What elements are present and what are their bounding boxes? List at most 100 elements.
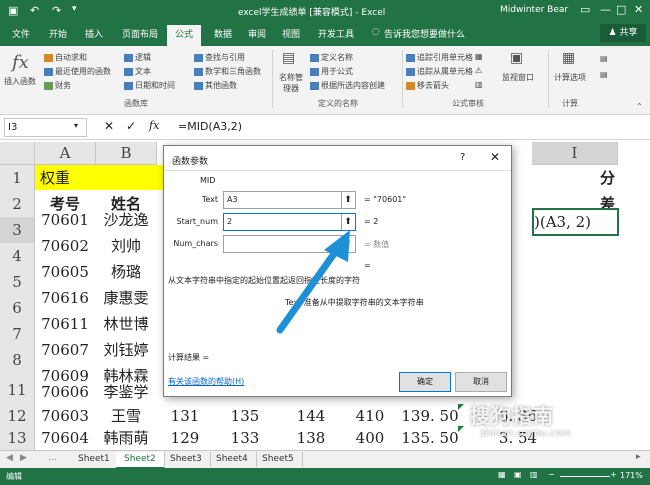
sheet-tab-1[interactable]: Sheet1 (70, 452, 119, 467)
insert-function-button[interactable]: 插入函数 (4, 76, 36, 87)
collapse-ribbon-icon[interactable]: ⌃ (636, 102, 643, 111)
zoom-out-icon[interactable]: − (548, 470, 555, 479)
collapse-dialog-icon[interactable]: ⬆ (341, 192, 354, 208)
row-header[interactable]: 13 (0, 425, 35, 451)
show-formulas-icon[interactable]: ▦ (475, 52, 483, 61)
cancel-icon[interactable]: ✕ (104, 119, 114, 133)
row-header[interactable]: 4 (0, 243, 35, 270)
more-functions-button[interactable]: 其他函数 (194, 80, 237, 91)
cell-d[interactable]: 133 (220, 425, 270, 451)
namebox-dropdown-icon[interactable]: ▾ (74, 121, 78, 130)
column-header-b[interactable]: B (96, 142, 157, 165)
tell-me-search[interactable]: 告诉我您想要做什么 (384, 27, 465, 40)
cell-id[interactable]: 70601 (36, 207, 94, 233)
cell-id[interactable]: 70611 (36, 311, 94, 337)
tab-formulas[interactable]: 公式 (167, 25, 202, 46)
customize-qat-icon[interactable]: ▾ (72, 4, 77, 14)
recent-functions-button[interactable]: 最近使用的函数 (44, 66, 111, 77)
lookup-button[interactable]: 查找与引用 (194, 52, 245, 63)
datetime-button[interactable]: 日期和时间 (124, 80, 175, 91)
scroll-right-arrow-icon[interactable]: ▸ (636, 452, 641, 462)
tab-developer[interactable]: 开发工具 (318, 27, 354, 40)
minimize-icon[interactable]: — (600, 3, 611, 16)
row-header[interactable]: 8 (0, 347, 35, 374)
tab-home[interactable]: 开始 (49, 27, 67, 40)
ok-button[interactable]: 确定 (399, 372, 451, 392)
cancel-button[interactable]: 取消 (455, 372, 507, 392)
user-name[interactable]: Midwinter Bear (500, 5, 568, 15)
row-header[interactable]: 1 (0, 165, 35, 192)
redo-icon[interactable]: ↷ (52, 4, 61, 17)
row-header[interactable]: 2 (0, 191, 35, 218)
cell-name[interactable]: 杨璐 (96, 259, 156, 285)
tab-page-layout[interactable]: 页面布局 (122, 27, 158, 40)
zoom-slider[interactable] (560, 476, 610, 477)
create-from-selection-button[interactable]: 根据所选内容创建 (310, 80, 385, 91)
cell-a1[interactable]: 权重 (40, 165, 70, 191)
column-header-a[interactable]: A (35, 142, 96, 165)
arg-input-text[interactable]: A3 (223, 191, 356, 209)
cell-name[interactable]: 康惠雯 (96, 285, 156, 311)
sheet-tab-3[interactable]: Sheet3 (162, 452, 211, 467)
tab-insert[interactable]: 插入 (85, 27, 103, 40)
cell-name[interactable]: 韩雨萌 (96, 425, 156, 451)
cell-id[interactable]: 70607 (36, 337, 94, 363)
insert-function-icon[interactable]: fx (149, 119, 159, 132)
enter-icon[interactable]: ✓ (126, 119, 136, 133)
logical-button[interactable]: 逻辑 (124, 52, 151, 63)
cell-id[interactable]: 70606 (36, 379, 94, 405)
maximize-icon[interactable]: □ (616, 3, 626, 16)
close-icon[interactable]: ✕ (634, 3, 643, 16)
calc-options-button[interactable]: 计算选项 (554, 72, 586, 83)
row-header[interactable]: 3 (0, 217, 35, 244)
share-button[interactable]: ♟ 共享 (600, 24, 646, 42)
cell-name[interactable]: 刘帅 (96, 233, 156, 259)
help-icon[interactable]: ? (460, 152, 465, 163)
sheet-tab-2[interactable]: Sheet2 (116, 452, 165, 469)
tab-view[interactable]: 视图 (282, 27, 300, 40)
cell-id[interactable]: 70602 (36, 233, 94, 259)
page-break-view-icon[interactable]: ▥ (530, 470, 538, 479)
scroll-right-icon[interactable]: ▶ (20, 453, 27, 463)
cell-e[interactable]: 138 (286, 425, 336, 451)
cell-name[interactable]: 林世博 (96, 311, 156, 337)
row-header[interactable]: 5 (0, 269, 35, 296)
scroll-left-icon[interactable]: ◀ (6, 453, 13, 463)
name-manager-button[interactable]: 名称管理器 (278, 72, 304, 94)
calc-now-icon[interactable]: ▤ (600, 54, 608, 63)
cell-name[interactable]: 刘钰婷 (96, 337, 156, 363)
watch-window-button[interactable]: 监视窗口 (502, 72, 534, 83)
trace-precedents-button[interactable]: 追踪引用单元格 (406, 52, 473, 63)
cell-i3-active[interactable]: )(A3, 2) (532, 208, 619, 236)
row-header[interactable]: 7 (0, 321, 35, 348)
define-name-button[interactable]: 定义名称 (310, 52, 353, 63)
cell-i1[interactable]: 分 (600, 165, 615, 191)
save-icon[interactable]: ▣ (8, 4, 18, 17)
trace-dependents-button[interactable]: 追踪从属单元格 (406, 66, 473, 77)
error-check-icon[interactable]: ⚠ (475, 66, 482, 75)
row-header[interactable]: 6 (0, 295, 35, 322)
cell-id[interactable]: 70604 (36, 425, 94, 451)
cell-f[interactable]: 400 (345, 425, 395, 451)
undo-icon[interactable]: ↶ (30, 4, 39, 17)
page-layout-view-icon[interactable]: ▣ (514, 470, 522, 479)
sheet-tab-5[interactable]: Sheet5 (254, 452, 303, 467)
remove-arrows-button[interactable]: 移去箭头 (406, 80, 449, 91)
sheet-tab-4[interactable]: Sheet4 (208, 452, 257, 467)
tab-review[interactable]: 审阅 (248, 27, 266, 40)
cell-id[interactable]: 70616 (36, 285, 94, 311)
tab-data[interactable]: 数据 (214, 27, 232, 40)
dialog-close-icon[interactable]: ✕ (490, 150, 500, 164)
cell-name[interactable]: 李鉴学 (96, 379, 156, 405)
cell-c[interactable]: 129 (160, 425, 210, 451)
normal-view-icon[interactable]: ▦ (498, 470, 506, 479)
cell-id[interactable]: 70605 (36, 259, 94, 285)
column-header-i[interactable]: I (532, 142, 618, 165)
financial-button[interactable]: 财务 (44, 80, 71, 91)
evaluate-formula-icon[interactable]: ▥ (475, 80, 483, 89)
math-button[interactable]: 数学和三角函数 (194, 66, 261, 77)
text-button[interactable]: 文本 (124, 66, 151, 77)
use-in-formula-button[interactable]: 用于公式 (310, 66, 353, 77)
help-link[interactable]: 有关该函数的帮助(H) (168, 376, 244, 387)
more-sheets-icon[interactable]: … (48, 453, 57, 463)
